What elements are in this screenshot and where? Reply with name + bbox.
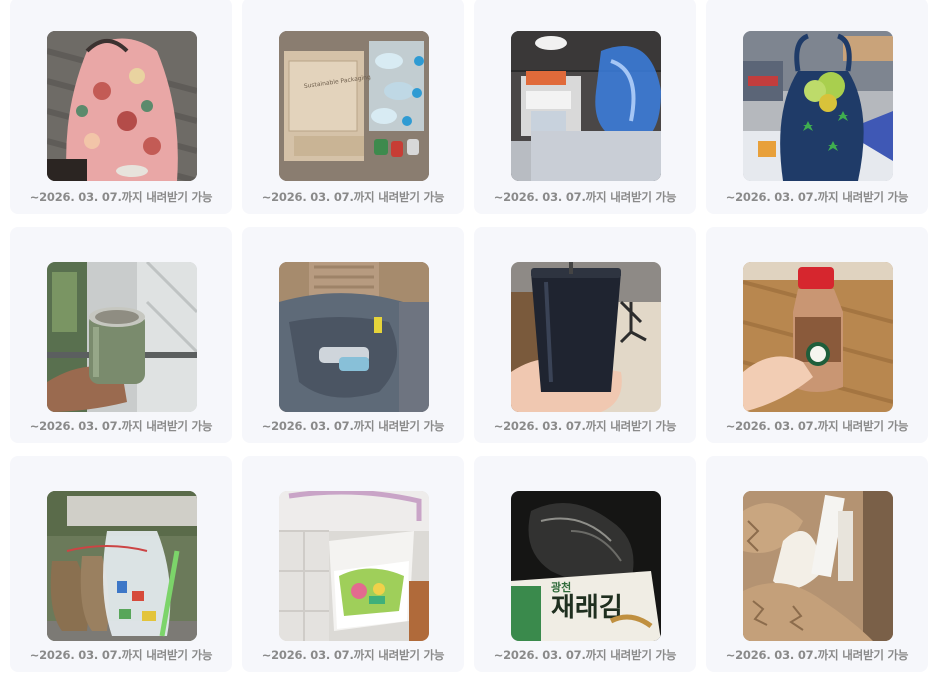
floral-tote-bag-photo (47, 31, 197, 181)
gallery-card[interactable]: ~2026. 03. 07.까지 내려받기 가능 (10, 227, 232, 443)
download-expiry-caption: ~2026. 03. 07.까지 내려받기 가능 (29, 190, 213, 204)
photo-gallery-grid: ~2026. 03. 07.까지 내려받기 가능 Sustainable Pac… (0, 0, 933, 680)
download-expiry-caption: ~2026. 03. 07.까지 내려받기 가능 (493, 190, 677, 204)
star-mesh-bag-vegetables-photo (743, 31, 893, 181)
gallery-card[interactable]: Sustainable Packaging ~2026. 03. 07.까지 내… (242, 0, 464, 214)
gallery-card[interactable]: ~2026. 03. 07.까지 내려받기 가능 (242, 227, 464, 443)
photo-thumbnail[interactable] (279, 491, 429, 641)
box-with-paper-packing-photo (743, 491, 893, 641)
download-expiry-caption: ~2026. 03. 07.까지 내려받기 가능 (725, 419, 909, 433)
gallery-card[interactable]: ~2026. 03. 07.까지 내려받기 가능 (706, 227, 928, 443)
photo-thumbnail[interactable] (279, 262, 429, 412)
photo-thumbnail[interactable] (511, 262, 661, 412)
hand-holding-tumbler-photo (47, 262, 197, 412)
download-expiry-caption: ~2026. 03. 07.까지 내려받기 가능 (261, 419, 445, 433)
blue-plastic-bag-entrance-photo (511, 31, 661, 181)
gallery-card[interactable]: ~2026. 03. 07.까지 내려받기 가능 (474, 227, 696, 443)
recycling-bin-bags-photo (279, 491, 429, 641)
download-expiry-caption: ~2026. 03. 07.까지 내려받기 가능 (261, 648, 445, 662)
coffee-bottle-in-hand-photo (743, 262, 893, 412)
gallery-card[interactable]: ~2026. 03. 07.까지 내려받기 가능 (10, 456, 232, 672)
seaweed-package-plastic-photo: 재래김 광천 (511, 491, 661, 641)
photo-thumbnail[interactable] (511, 31, 661, 181)
download-expiry-caption: ~2026. 03. 07.까지 내려받기 가능 (29, 419, 213, 433)
bag-in-box-recycling-photo (279, 262, 429, 412)
download-expiry-caption: ~2026. 03. 07.까지 내려받기 가능 (29, 648, 213, 662)
download-expiry-caption: ~2026. 03. 07.까지 내려받기 가능 (493, 648, 677, 662)
download-expiry-caption: ~2026. 03. 07.까지 내려받기 가능 (493, 419, 677, 433)
black-tumbler-office-photo (511, 262, 661, 412)
photo-thumbnail[interactable] (743, 262, 893, 412)
photo-thumbnail[interactable] (47, 491, 197, 641)
gallery-card[interactable]: ~2026. 03. 07.까지 내려받기 가능 (10, 0, 232, 214)
photo-thumbnail[interactable] (743, 491, 893, 641)
photo-thumbnail[interactable] (47, 262, 197, 412)
gallery-card[interactable]: ~2026. 03. 07.까지 내려받기 가능 (474, 0, 696, 214)
gallery-card[interactable]: ~2026. 03. 07.까지 내려받기 가능 (706, 456, 928, 672)
photo-thumbnail[interactable]: Sustainable Packaging (279, 31, 429, 181)
gallery-card[interactable]: 재래김 광천 ~2026. 03. 07.까지 내려받기 가능 (474, 456, 696, 672)
download-expiry-caption: ~2026. 03. 07.까지 내려받기 가능 (725, 190, 909, 204)
photo-thumbnail[interactable] (743, 31, 893, 181)
download-expiry-caption: ~2026. 03. 07.까지 내려받기 가능 (725, 648, 909, 662)
download-expiry-caption: ~2026. 03. 07.까지 내려받기 가능 (261, 190, 445, 204)
outdoor-recycling-bags-photo (47, 491, 197, 641)
photo-thumbnail[interactable]: 재래김 광천 (511, 491, 661, 641)
seaweed-small-text: 광천 (551, 580, 571, 594)
photo-thumbnail[interactable] (47, 31, 197, 181)
cardboard-boxes-bottles-photo: Sustainable Packaging (279, 31, 429, 181)
gallery-card[interactable]: ~2026. 03. 07.까지 내려받기 가능 (706, 0, 928, 214)
gallery-card[interactable]: ~2026. 03. 07.까지 내려받기 가능 (242, 456, 464, 672)
